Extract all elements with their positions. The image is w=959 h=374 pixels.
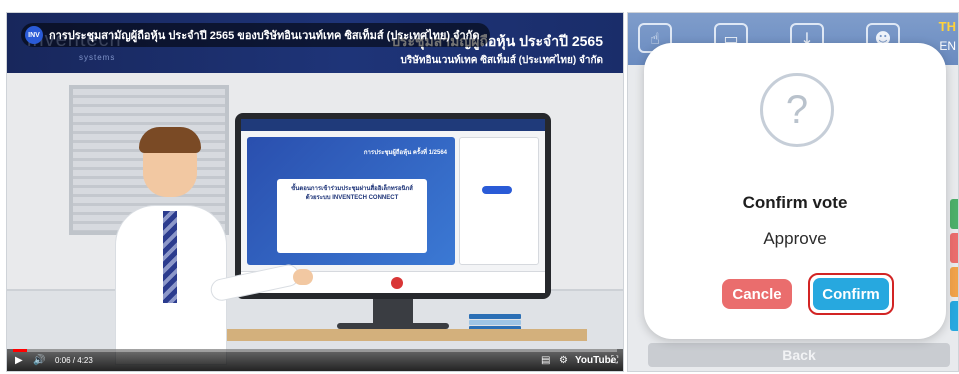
subtitles-icon[interactable]: ▤ [541,355,550,367]
play-icon[interactable]: ▶ [15,355,23,367]
screen-card-line2: ด้วยระบบ INVENTECH CONNECT [305,195,399,201]
vote-choice: Approve [763,229,827,248]
confirm-vote-dialog: ? Confirm vote Approve Cancle Confirm [644,43,946,339]
progress-fill [13,349,27,352]
progress-bar[interactable] [13,349,617,352]
screen-topbar [241,119,545,131]
settings-icon[interactable]: ⚙ [559,355,568,367]
volume-icon[interactable]: 🔊 [33,355,45,367]
monitor-stand [373,299,413,325]
vote-options-edge [950,199,958,335]
inventech-logo-subtext: systems [79,53,116,62]
player-controls: ▶ 🔊 0:06 / 4:23 ▤ ⚙ YouTube ⛶ [7,349,623,371]
video-title-overlay[interactable]: INV การประชุมสามัญผู้ถือหุ้น ประจำปี 256… [21,23,490,47]
screen-side-panel [459,137,539,265]
screen-end-call-icon [391,277,403,289]
confirm-button[interactable]: Confirm [813,278,889,310]
presenter-hand [293,269,313,285]
question-mark-icon: ? [760,73,834,147]
screen-meeting-title: การประชุมผู้ถือหุ้น ครั้งที่ 1/2564 [363,150,447,156]
presenter-figure [115,127,313,365]
presenter-hair [139,127,201,153]
screen-card-line1: ขั้นตอนการเข้าร่วมประชุมผ่านสื่ออิเล็กทร… [291,186,413,192]
confirm-button-highlight: Confirm [808,273,894,315]
dialog-title: Confirm vote [742,193,848,212]
banner-subtitle: บริษัทอินเวนท์เทค ซิสเท็มส์ (ประเทศไทย) … [400,55,603,66]
channel-avatar[interactable]: INV [25,26,43,44]
language-th[interactable]: TH [939,19,956,34]
screen-intro-card: ขั้นตอนการเข้าร่วมประชุมผ่านสื่ออิเล็กทร… [277,179,427,253]
presenter-tie [163,211,177,303]
screen-meeting-view: การประชุมผู้ถือหุ้น ครั้งที่ 1/2564 ขั้น… [247,137,455,265]
fullscreen-icon[interactable]: ⛶ [611,355,618,367]
video-player[interactable]: inventech systems ประชุมสามัญผู้ถือหุ้น … [6,12,624,372]
vote-panel: ☝ ▭ ↓ ☻ TH EN Back ? Confirm vote Approv… [627,12,959,372]
back-button[interactable]: Back [648,343,950,367]
cancel-button[interactable]: Cancle [722,279,792,309]
language-en[interactable]: EN [939,39,956,53]
screen-side-button [482,186,512,194]
video-title[interactable]: การประชุมสามัญผู้ถือหุ้น ประจำปี 2565 ขอ… [49,26,480,44]
books-stack [469,313,521,331]
time-display: 0:06 / 4:23 [55,356,93,365]
